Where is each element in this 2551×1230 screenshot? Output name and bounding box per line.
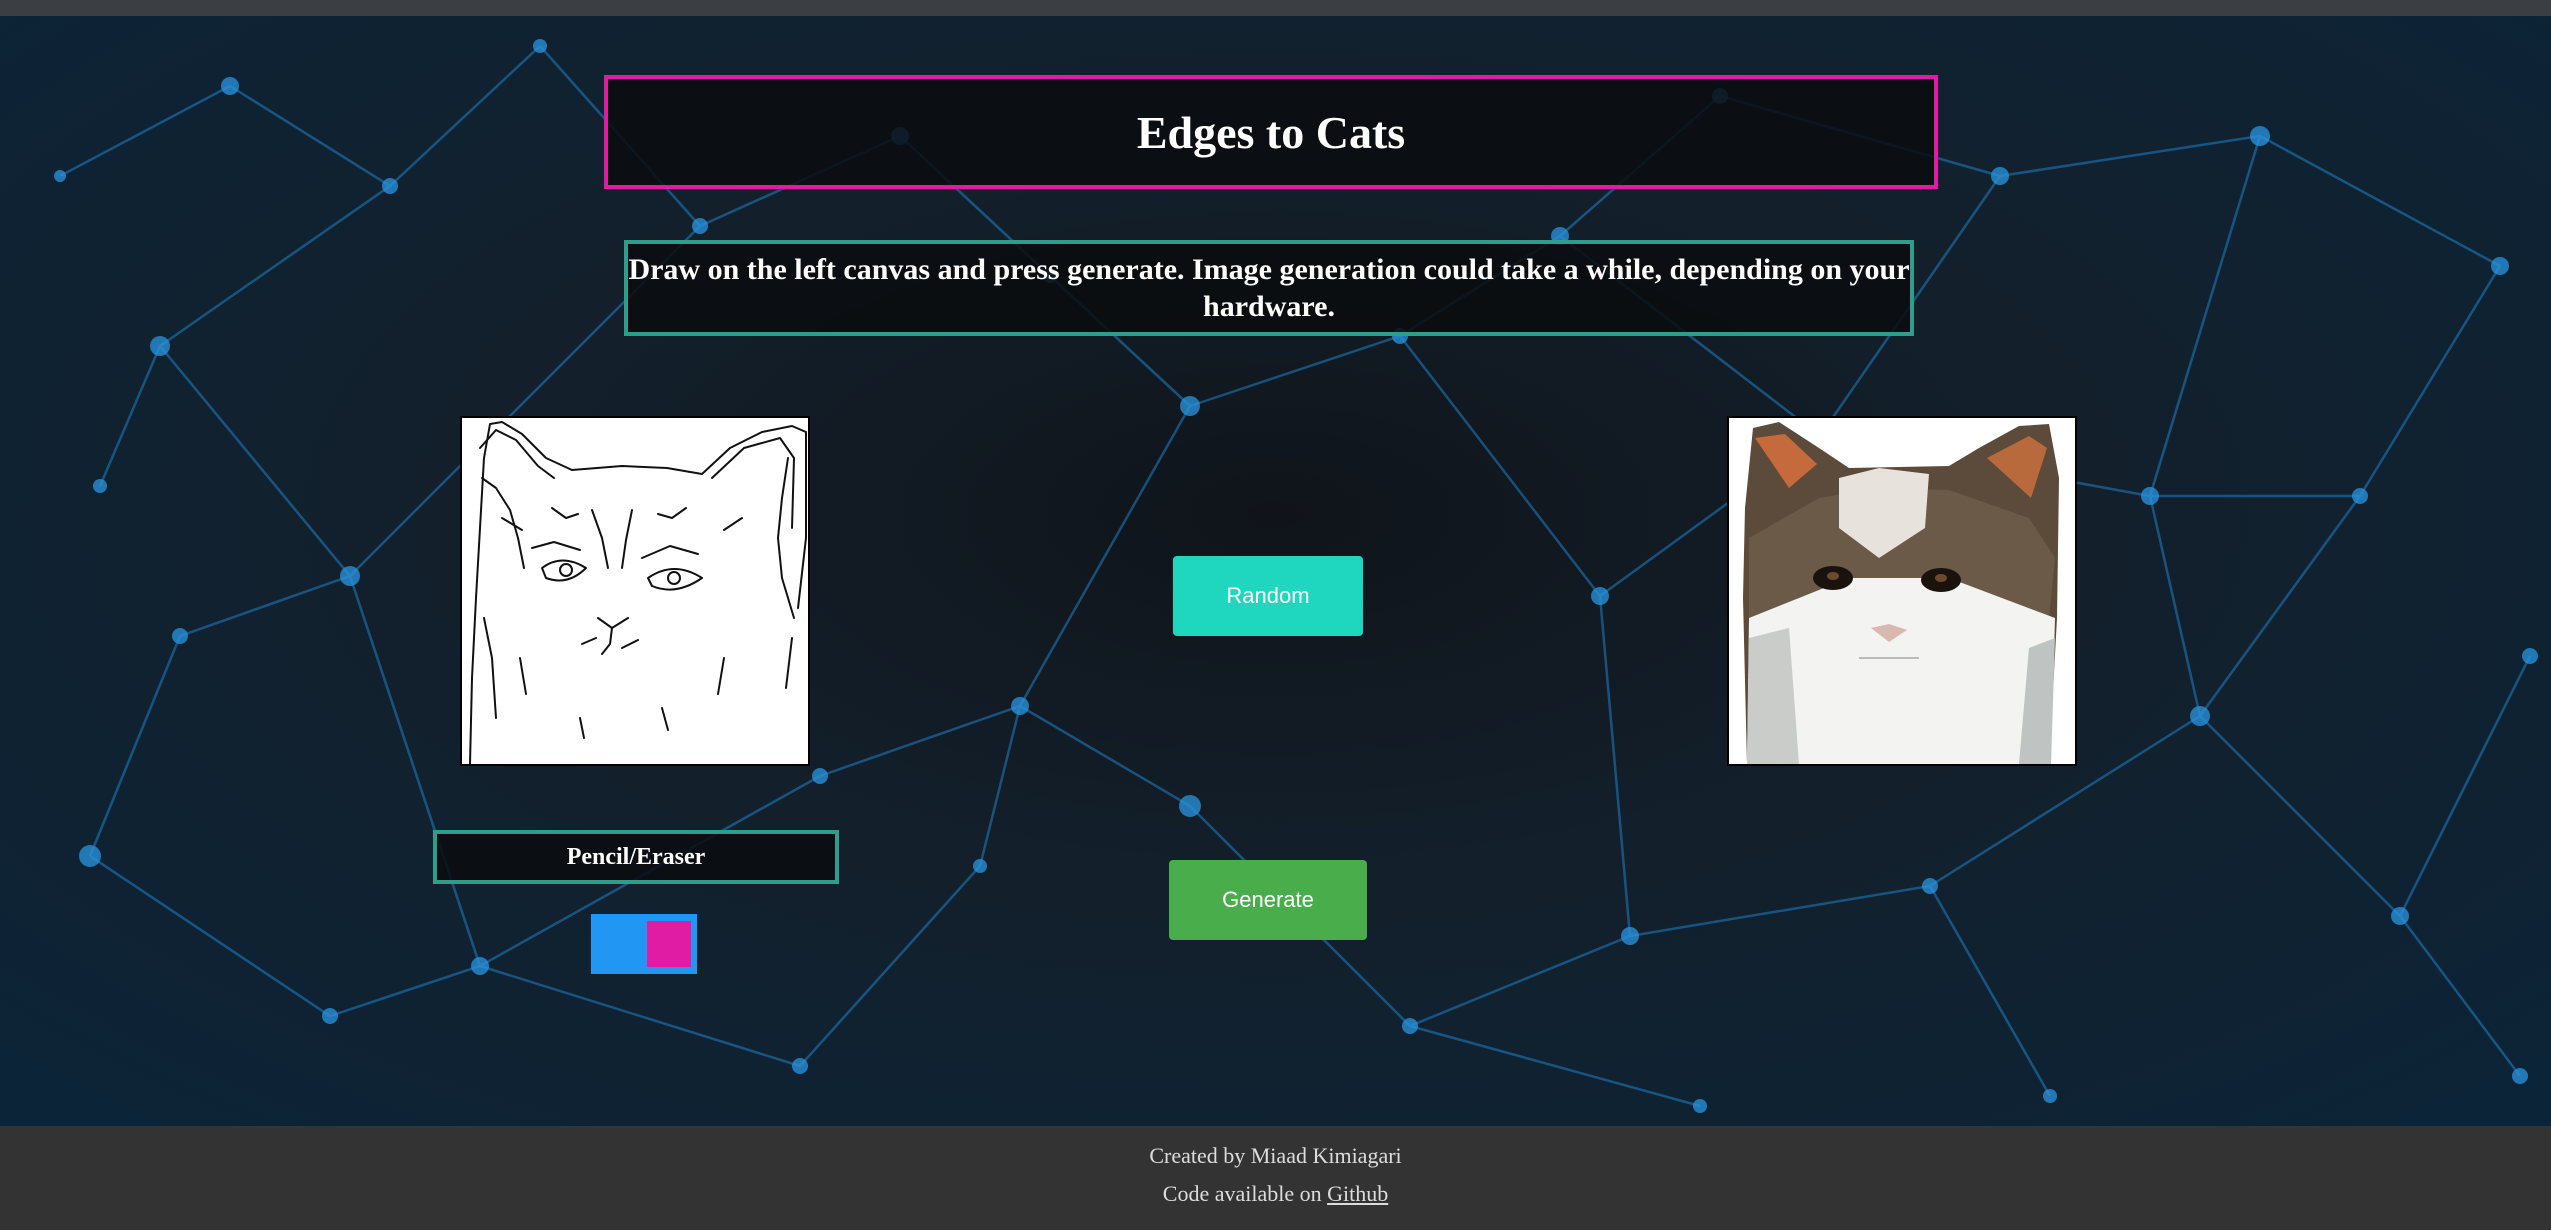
generate-button[interactable]: Generate <box>1169 860 1367 940</box>
pencil-eraser-toggle[interactable] <box>591 914 697 974</box>
github-link[interactable]: Github <box>1327 1181 1388 1206</box>
generated-cat-image <box>1729 418 2075 764</box>
footer-code-prefix: Code available on <box>1162 1181 1328 1206</box>
page-title: Edges to Cats <box>1136 106 1406 158</box>
toggle-knob <box>647 921 691 967</box>
edge-drawing-canvas[interactable] <box>460 416 810 766</box>
random-button[interactable]: Random <box>1173 556 1363 636</box>
footer-credit: Created by Miaad Kimiagari <box>1149 1143 1402 1168</box>
footer-code-line: Code available on Github <box>0 1181 2551 1207</box>
cat-edge-sketch <box>469 421 807 764</box>
footer: Created by Miaad Kimiagari Code availabl… <box>0 1126 2551 1230</box>
tool-mode-label: Pencil/Eraser <box>433 830 839 884</box>
generated-cat-output <box>1727 416 2077 766</box>
tool-mode-label-text: Pencil/Eraser <box>566 843 706 870</box>
instructions-text: Draw on the left canvas and press genera… <box>628 253 1910 323</box>
title-banner: Edges to Cats <box>604 75 1938 189</box>
instructions-banner: Draw on the left canvas and press genera… <box>624 240 1914 336</box>
